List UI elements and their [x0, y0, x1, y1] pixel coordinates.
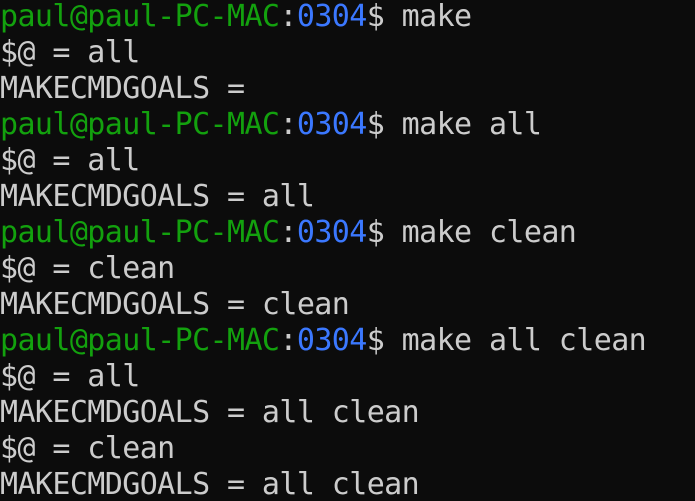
output-line: MAKECMDGOALS = all clean [0, 467, 420, 501]
prompt-symbol: $ [366, 215, 402, 250]
output-line: $@ = all [0, 35, 140, 70]
output-line: $@ = all [0, 143, 140, 178]
prompt-path: 0304 [296, 0, 367, 34]
output-line: $@ = clean [0, 431, 175, 466]
prompt-line: paul@paul-PC-MAC:0304$ make [0, 0, 695, 35]
prompt-symbol: $ [366, 107, 402, 142]
prompt-separator: : [279, 0, 297, 34]
prompt-user-host: paul@paul-PC-MAC [0, 107, 280, 142]
output-line: MAKECMDGOALS = [0, 71, 245, 106]
output-line: MAKECMDGOALS = all [0, 179, 315, 214]
prompt-separator: : [279, 323, 297, 358]
output-line: $@ = clean [0, 251, 175, 286]
terminal-window[interactable]: paul@paul-PC-MAC:0304$ make $@ = all MAK… [0, 0, 695, 501]
prompt-user-host: paul@paul-PC-MAC [0, 0, 280, 34]
prompt-user-host: paul@paul-PC-MAC [0, 323, 280, 358]
prompt-separator: : [279, 107, 297, 142]
prompt-path: 0304 [296, 323, 367, 358]
prompt-separator: : [279, 215, 297, 250]
output-line: $@ = all [0, 359, 140, 394]
prompt-path: 0304 [296, 107, 367, 142]
prompt-line: paul@paul-PC-MAC:0304$ make all [0, 107, 695, 143]
command-text: make all clean [401, 323, 647, 358]
prompt-symbol: $ [366, 323, 402, 358]
prompt-user-host: paul@paul-PC-MAC [0, 215, 280, 250]
command-text: make all [401, 107, 542, 142]
prompt-path: 0304 [296, 215, 367, 250]
prompt-line: paul@paul-PC-MAC:0304$ make all clean [0, 323, 695, 359]
command-text: make [401, 0, 472, 34]
prompt-symbol: $ [366, 0, 402, 34]
output-line: MAKECMDGOALS = clean [0, 287, 350, 322]
command-text: make clean [401, 215, 577, 250]
output-line: MAKECMDGOALS = all clean [0, 395, 420, 430]
prompt-line: paul@paul-PC-MAC:0304$ make clean [0, 215, 695, 251]
